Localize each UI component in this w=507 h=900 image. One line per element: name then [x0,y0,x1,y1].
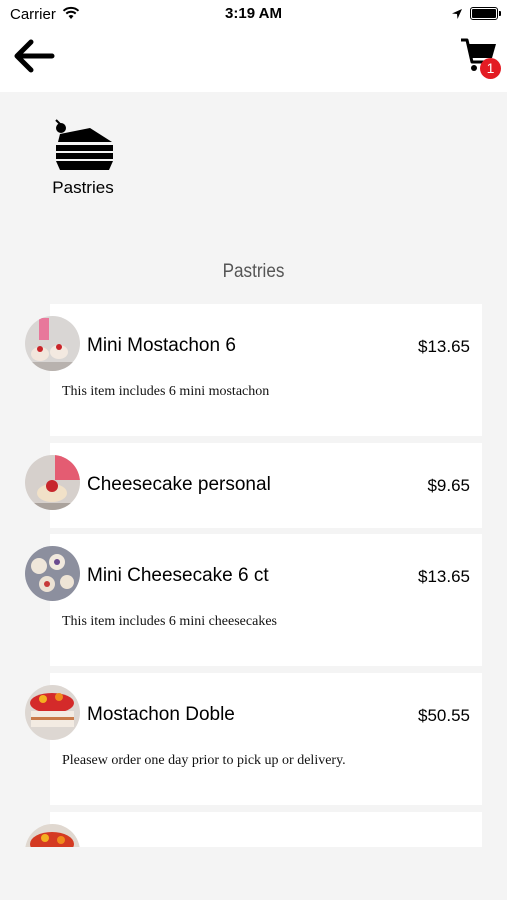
location-arrow-icon [451,7,463,25]
product-description: This item includes 6 mini cheesecakes [62,614,277,629]
nav-bar: 1 [0,28,507,92]
product-name: Mostachon Doble [87,704,235,725]
product-price: $13.65 [418,337,470,356]
cart-count-badge: 1 [480,58,501,79]
product-list[interactable]: Mini Mostachon 6 $13.65 This item includ… [0,300,507,847]
product-card[interactable]: Mini Mostachon 6 $13.65 This item includ… [25,304,482,436]
status-bar: Carrier 3:19 AM [0,0,507,28]
product-image [25,824,80,847]
category-label: Pastries [52,178,114,197]
product-card[interactable]: Mostachon Doble $50.55 Pleasew order one… [25,673,482,805]
product-card[interactable] [25,812,482,847]
product-description: This item includes 6 mini mostachon [62,384,270,399]
product-price: $50.55 [418,706,470,725]
section-title: Pastries [222,261,285,282]
cake-slice-icon [55,119,113,170]
product-name: Mini Mostachon 6 [87,335,236,356]
product-card[interactable]: Cheesecake personal $9.65 [25,443,482,528]
product-price: $13.65 [418,567,470,586]
battery-icon [470,7,501,20]
product-price: $9.65 [427,476,470,495]
back-arrow-icon [14,39,55,73]
clock: 3:19 AM [225,5,282,22]
product-name: Mini Cheesecake 6 ct [87,565,269,586]
category-pastries[interactable]: Pastries [40,118,126,198]
back-button[interactable] [10,36,58,76]
product-image [25,455,80,510]
product-image [25,685,80,740]
product-image [25,546,80,601]
product-card[interactable]: Mini Cheesecake 6 ct $13.65 This item in… [25,534,482,666]
product-name: Cheesecake personal [87,474,271,495]
product-description: Pleasew order one day prior to pick up o… [62,753,346,768]
product-image [25,316,80,371]
